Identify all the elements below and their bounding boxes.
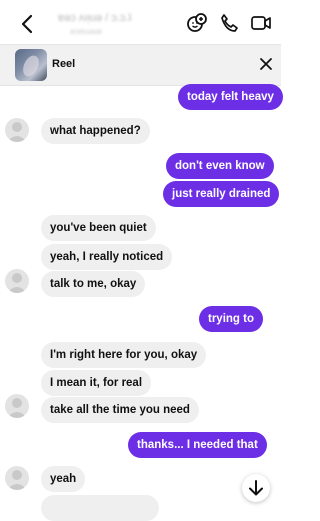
message-bubble-incoming[interactable]: take all the time you need xyxy=(41,397,199,423)
message-bubble-incoming[interactable]: you've been quiet xyxy=(41,215,156,241)
arrow-down-icon xyxy=(249,480,263,496)
message-bubble-outgoing[interactable]: don't even know xyxy=(166,153,274,179)
message-bubble-incoming[interactable]: I mean it, for real xyxy=(41,370,152,396)
message-bubble-outgoing[interactable]: thanks... I needed that xyxy=(128,432,267,458)
contact-name-area[interactable]: ɐǝɔ ʌıᴉuǝ / ɔ.ɔ.ʇ ǝɔıɐɹɹǝɹɐ xyxy=(58,12,178,38)
message-bubble-outgoing[interactable]: just really drained xyxy=(163,181,280,207)
reel-label: Reel xyxy=(52,58,76,70)
avatar-icon[interactable] xyxy=(5,466,29,490)
message-bubble-outgoing[interactable]: today felt heavy xyxy=(178,84,283,110)
contact-username: ǝɔıɐɹɹǝɹɐ xyxy=(70,27,103,36)
chat-header: ɐǝɔ ʌıᴉuǝ / ɔ.ɔ.ʇ ǝɔıɐɹɹǝɹɐ xyxy=(0,0,281,46)
avatar-icon[interactable] xyxy=(5,118,29,142)
message-bubble-incoming[interactable]: yeah, I really noticed xyxy=(41,244,173,270)
message-bubble-outgoing[interactable]: trying to xyxy=(199,306,263,332)
message-bubble-incoming[interactable]: talk to me, okay xyxy=(41,271,146,297)
back-icon[interactable] xyxy=(18,13,38,35)
message-bubble-incoming[interactable]: what happened? xyxy=(41,118,150,144)
reel-thumbnail[interactable] xyxy=(15,49,47,81)
contact-name: ɐǝɔ ʌıᴉuǝ / ɔ.ɔ.ʇ xyxy=(58,12,132,24)
message-bubble-incoming[interactable]: I'm right here for you, okay xyxy=(41,342,207,368)
close-icon[interactable] xyxy=(258,56,274,72)
message-bubble-incoming[interactable]: yeah xyxy=(41,466,86,492)
effects-icon[interactable] xyxy=(186,12,208,34)
phone-icon[interactable] xyxy=(218,12,240,34)
avatar-icon[interactable] xyxy=(5,394,29,418)
message-bubble-incoming-partial[interactable] xyxy=(41,495,159,521)
reel-reply-bar[interactable]: Reel xyxy=(0,44,281,86)
scroll-to-bottom-button[interactable] xyxy=(242,474,270,502)
avatar-icon[interactable] xyxy=(5,269,29,293)
video-icon[interactable] xyxy=(250,12,272,34)
